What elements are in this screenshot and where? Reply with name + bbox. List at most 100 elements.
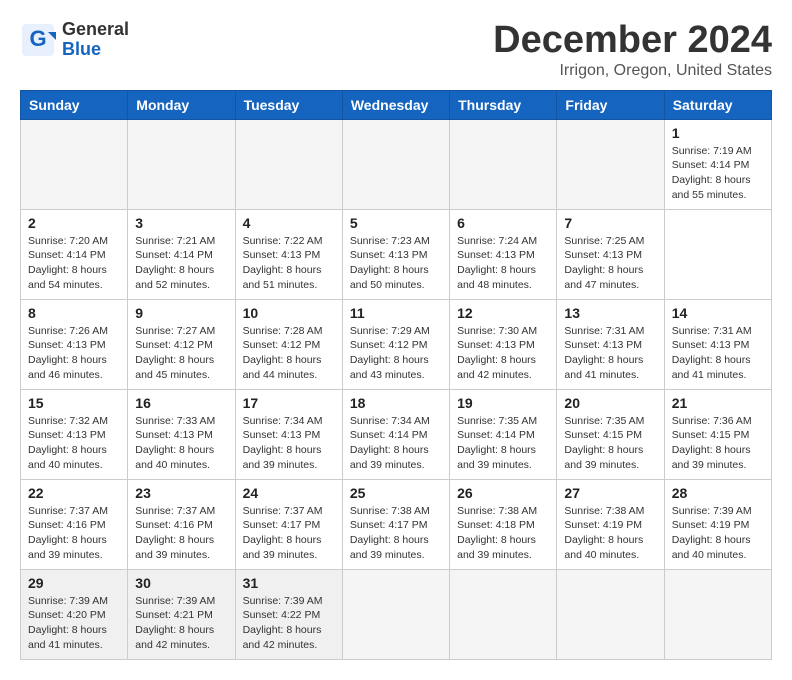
column-header-saturday: Saturday (664, 90, 771, 119)
day-number: 4 (243, 215, 335, 231)
day-cell-4: 4 Sunrise: 7:22 AMSunset: 4:13 PMDaylight… (235, 209, 342, 299)
day-cell-11: 11 Sunrise: 7:29 AMSunset: 4:12 PMDayligh… (342, 299, 449, 389)
day-number: 22 (28, 485, 120, 501)
calendar-week-3: 8Sunrise: 7:26 AMSunset: 4:13 PMDaylight… (21, 299, 772, 389)
logo-text: General Blue (62, 20, 129, 60)
day-number: 26 (457, 485, 549, 501)
day-info: Sunrise: 7:27 AMSunset: 4:12 PMDaylight:… (135, 324, 227, 383)
day-number: 20 (564, 395, 656, 411)
empty-cell (342, 569, 449, 659)
day-cell-19: 19 Sunrise: 7:35 AMSunset: 4:14 PMDayligh… (450, 389, 557, 479)
day-number: 15 (28, 395, 120, 411)
day-cell-18: 18Sunrise: 7:34 AMSunset: 4:14 PMDayligh… (342, 389, 449, 479)
day-cell-17: 17Sunrise: 7:34 AMSunset: 4:13 PMDayligh… (235, 389, 342, 479)
day-info: Sunrise: 7:20 AMSunset: 4:14 PMDaylight:… (28, 234, 120, 293)
day-info: Sunrise: 7:38 AMSunset: 4:17 PMDaylight:… (350, 504, 442, 563)
title-area: December 2024 Irrigon, Oregon, United St… (493, 20, 772, 80)
day-info: Sunrise: 7:23 AMSunset: 4:13 PMDaylight:… (350, 234, 442, 293)
day-cell-10: 10 Sunrise: 7:28 AMSunset: 4:12 PMDayligh… (235, 299, 342, 389)
day-cell-9: 9Sunrise: 7:27 AMSunset: 4:12 PMDaylight… (128, 299, 235, 389)
day-info: Sunrise: 7:37 AMSunset: 4:16 PMDaylight:… (28, 504, 120, 563)
column-header-wednesday: Wednesday (342, 90, 449, 119)
logo-blue: Blue (62, 40, 129, 60)
day-number: 14 (672, 305, 764, 321)
day-number: 27 (564, 485, 656, 501)
column-header-sunday: Sunday (21, 90, 128, 119)
day-number: 3 (135, 215, 227, 231)
location: Irrigon, Oregon, United States (493, 62, 772, 80)
calendar-week-4: 15 Sunrise: 7:32 AMSunset: 4:13 PMDayligh… (21, 389, 772, 479)
page-header: G General Blue December 2024 Irrigon, Or… (20, 20, 772, 80)
day-info: Sunrise: 7:32 AMSunset: 4:13 PMDaylight:… (28, 414, 120, 473)
day-info: Sunrise: 7:37 AMSunset: 4:17 PMDaylight:… (243, 504, 335, 563)
day-cell-8: 8Sunrise: 7:26 AMSunset: 4:13 PMDaylight… (21, 299, 128, 389)
day-cell-13: 13 Sunrise: 7:31 AMSunset: 4:13 PMDayligh… (557, 299, 664, 389)
day-cell-25: 25Sunrise: 7:38 AMSunset: 4:17 PMDayligh… (342, 479, 449, 569)
day-number: 13 (564, 305, 656, 321)
column-header-monday: Monday (128, 90, 235, 119)
day-number: 5 (350, 215, 442, 231)
day-cell-14: 14 Sunrise: 7:31 AMSunset: 4:13 PMDayligh… (664, 299, 771, 389)
calendar-week-2: 2 Sunrise: 7:20 AMSunset: 4:14 PMDaylight… (21, 209, 772, 299)
logo-icon: G (20, 22, 56, 58)
day-cell-20: 20Sunrise: 7:35 AMSunset: 4:15 PMDayligh… (557, 389, 664, 479)
day-info: Sunrise: 7:38 AMSunset: 4:18 PMDaylight:… (457, 504, 549, 563)
day-cell-3: 3 Sunrise: 7:21 AMSunset: 4:14 PMDaylight… (128, 209, 235, 299)
empty-cell (557, 569, 664, 659)
day-cell-28: 28 Sunrise: 7:39 AMSunset: 4:19 PMDayligh… (664, 479, 771, 569)
day-info: Sunrise: 7:26 AMSunset: 4:13 PMDaylight:… (28, 324, 120, 383)
day-number: 30 (135, 575, 227, 591)
column-header-tuesday: Tuesday (235, 90, 342, 119)
day-number: 23 (135, 485, 227, 501)
day-info: Sunrise: 7:33 AMSunset: 4:13 PMDaylight:… (135, 414, 227, 473)
empty-cell (664, 569, 771, 659)
day-number: 16 (135, 395, 227, 411)
day-number: 12 (457, 305, 549, 321)
calendar-week-5: 22 Sunrise: 7:37 AMSunset: 4:16 PMDayligh… (21, 479, 772, 569)
day-cell-31: 31Sunrise: 7:39 AMSunset: 4:22 PMDayligh… (235, 569, 342, 659)
day-info: Sunrise: 7:38 AMSunset: 4:19 PMDaylight:… (564, 504, 656, 563)
empty-cell (21, 119, 128, 209)
day-number: 29 (28, 575, 120, 591)
day-info: Sunrise: 7:21 AMSunset: 4:14 PMDaylight:… (135, 234, 227, 293)
day-number: 11 (350, 305, 442, 321)
day-cell-21: 21Sunrise: 7:36 AMSunset: 4:15 PMDayligh… (664, 389, 771, 479)
empty-cell (235, 119, 342, 209)
day-cell-23: 23 Sunrise: 7:37 AMSunset: 4:16 PMDayligh… (128, 479, 235, 569)
day-number: 31 (243, 575, 335, 591)
day-info: Sunrise: 7:28 AMSunset: 4:12 PMDaylight:… (243, 324, 335, 383)
day-number: 1 (672, 125, 764, 141)
day-cell-12: 12 Sunrise: 7:30 AMSunset: 4:13 PMDayligh… (450, 299, 557, 389)
day-cell-15: 15 Sunrise: 7:32 AMSunset: 4:13 PMDayligh… (21, 389, 128, 479)
day-number: 7 (564, 215, 656, 231)
svg-text:G: G (29, 26, 46, 51)
logo-general: General (62, 20, 129, 40)
day-number: 2 (28, 215, 120, 231)
empty-cell (342, 119, 449, 209)
day-number: 18 (350, 395, 442, 411)
logo: G General Blue (20, 20, 129, 60)
calendar-week-6: 29Sunrise: 7:39 AMSunset: 4:20 PMDayligh… (21, 569, 772, 659)
day-info: Sunrise: 7:31 AMSunset: 4:13 PMDaylight:… (672, 324, 764, 383)
day-info: Sunrise: 7:30 AMSunset: 4:13 PMDaylight:… (457, 324, 549, 383)
day-info: Sunrise: 7:29 AMSunset: 4:12 PMDaylight:… (350, 324, 442, 383)
day-info: Sunrise: 7:39 AMSunset: 4:19 PMDaylight:… (672, 504, 764, 563)
day-number: 21 (672, 395, 764, 411)
day-info: Sunrise: 7:37 AMSunset: 4:16 PMDaylight:… (135, 504, 227, 563)
calendar-week-1: 1Sunrise: 7:19 AMSunset: 4:14 PMDaylight… (21, 119, 772, 209)
day-info: Sunrise: 7:22 AMSunset: 4:13 PMDaylight:… (243, 234, 335, 293)
day-cell-2: 2 Sunrise: 7:20 AMSunset: 4:14 PMDaylight… (21, 209, 128, 299)
day-info: Sunrise: 7:31 AMSunset: 4:13 PMDaylight:… (564, 324, 656, 383)
empty-cell (557, 119, 664, 209)
day-cell-27: 27 Sunrise: 7:38 AMSunset: 4:19 PMDayligh… (557, 479, 664, 569)
day-number: 28 (672, 485, 764, 501)
day-info: Sunrise: 7:35 AMSunset: 4:14 PMDaylight:… (457, 414, 549, 473)
day-info: Sunrise: 7:39 AMSunset: 4:21 PMDaylight:… (135, 594, 227, 653)
empty-cell (450, 569, 557, 659)
day-number: 17 (243, 395, 335, 411)
day-number: 24 (243, 485, 335, 501)
day-number: 19 (457, 395, 549, 411)
day-number: 10 (243, 305, 335, 321)
day-cell-22: 22 Sunrise: 7:37 AMSunset: 4:16 PMDayligh… (21, 479, 128, 569)
calendar-header-row: SundayMondayTuesdayWednesdayThursdayFrid… (21, 90, 772, 119)
